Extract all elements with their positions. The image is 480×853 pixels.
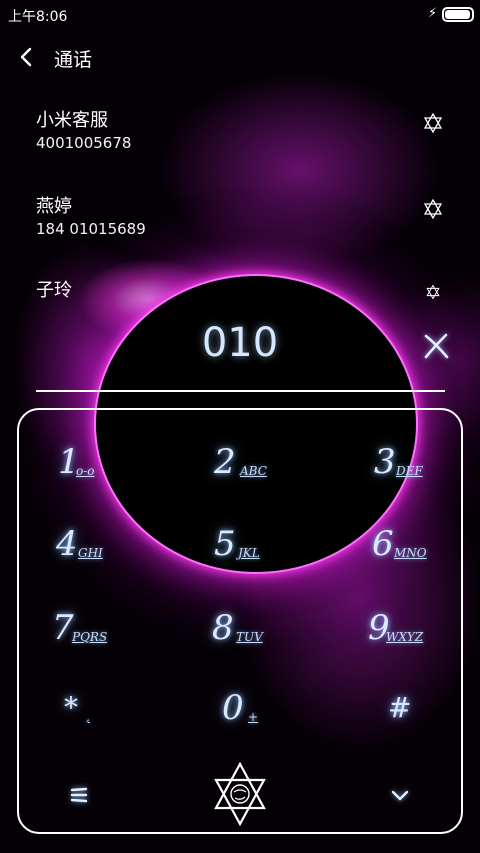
input-divider bbox=[36, 390, 445, 392]
contact-item[interactable]: 子玲 bbox=[0, 276, 480, 301]
menu-button[interactable] bbox=[66, 784, 92, 806]
collapse-keypad-button[interactable] bbox=[388, 784, 412, 806]
key-star[interactable]: * , bbox=[64, 676, 174, 736]
key-5[interactable]: 5 JKL bbox=[214, 512, 324, 572]
key-3[interactable]: 3 DEF bbox=[374, 430, 480, 490]
key-letters: + bbox=[248, 710, 259, 724]
key-letters: DEF bbox=[396, 464, 423, 478]
chevron-down-icon bbox=[391, 790, 409, 801]
key-digit: 4 bbox=[56, 524, 78, 564]
contact-number: 184 01015689 bbox=[36, 220, 146, 238]
menu-icon bbox=[70, 787, 88, 803]
key-digit: 3 bbox=[374, 442, 396, 482]
key-9[interactable]: 9 WXYZ bbox=[368, 596, 478, 656]
key-letters: ABC bbox=[240, 464, 267, 478]
contact-number: 4001005678 bbox=[36, 134, 132, 152]
hexagram-icon[interactable] bbox=[422, 112, 444, 134]
key-2[interactable]: 2 ABC bbox=[214, 430, 324, 490]
key-digit: 0 bbox=[222, 688, 244, 728]
status-time: 上午8:06 bbox=[8, 9, 68, 25]
key-6[interactable]: 6 MNO bbox=[372, 512, 480, 572]
key-digit: 5 bbox=[214, 524, 236, 564]
key-digit: * bbox=[64, 691, 78, 724]
clear-x-icon bbox=[424, 333, 449, 359]
key-pound[interactable]: # bbox=[388, 676, 480, 736]
hexagram-icon[interactable] bbox=[422, 198, 444, 220]
contact-name: 小米客服 bbox=[36, 110, 108, 131]
key-letters: JKL bbox=[238, 546, 260, 560]
contact-name: 燕婷 bbox=[36, 196, 72, 217]
charging-bolt-icon: ⚡ bbox=[428, 6, 438, 21]
key-letters: GHI bbox=[78, 546, 103, 560]
dial-button[interactable] bbox=[208, 761, 272, 827]
key-digit: 7 bbox=[52, 608, 74, 648]
page-title: 通话 bbox=[54, 49, 93, 71]
key-digit: # bbox=[388, 691, 412, 724]
key-8[interactable]: 8 TUV bbox=[212, 596, 322, 656]
key-letters: PQRS bbox=[72, 630, 108, 644]
status-bar: 上午8:06 ⚡ bbox=[0, 0, 480, 28]
key-letters: , bbox=[86, 710, 90, 724]
key-letters: TUV bbox=[236, 630, 263, 644]
battery-icon bbox=[442, 7, 474, 22]
dialer-screen: 上午8:06 ⚡ 通话 小米客服 4001005678 燕婷 184 01015… bbox=[0, 0, 480, 853]
back-button[interactable] bbox=[14, 44, 40, 70]
key-0[interactable]: 0 + bbox=[222, 676, 332, 736]
key-digit: 8 bbox=[212, 608, 234, 648]
key-letters: WXYZ bbox=[386, 630, 424, 644]
key-letters: MNO bbox=[394, 546, 427, 560]
contact-name: 子玲 bbox=[36, 280, 72, 301]
key-letters: o-o bbox=[76, 464, 95, 478]
key-4[interactable]: 4 GHI bbox=[56, 512, 166, 572]
contact-item[interactable]: 小米客服 4001005678 bbox=[0, 106, 480, 182]
dialed-number-field[interactable]: 010 bbox=[140, 320, 340, 366]
key-digit: 2 bbox=[214, 442, 236, 482]
clear-button[interactable] bbox=[420, 330, 452, 362]
contact-item[interactable]: 燕婷 184 01015689 bbox=[0, 192, 480, 268]
hexagram-icon[interactable] bbox=[422, 284, 444, 300]
key-7[interactable]: 7 PQRS bbox=[52, 596, 162, 656]
key-1[interactable]: 1 o-o bbox=[58, 430, 168, 490]
key-digit: 6 bbox=[372, 524, 394, 564]
back-chevron-icon bbox=[20, 47, 32, 67]
hexagram-dial-icon bbox=[214, 761, 266, 827]
battery-level-fill bbox=[445, 10, 470, 19]
